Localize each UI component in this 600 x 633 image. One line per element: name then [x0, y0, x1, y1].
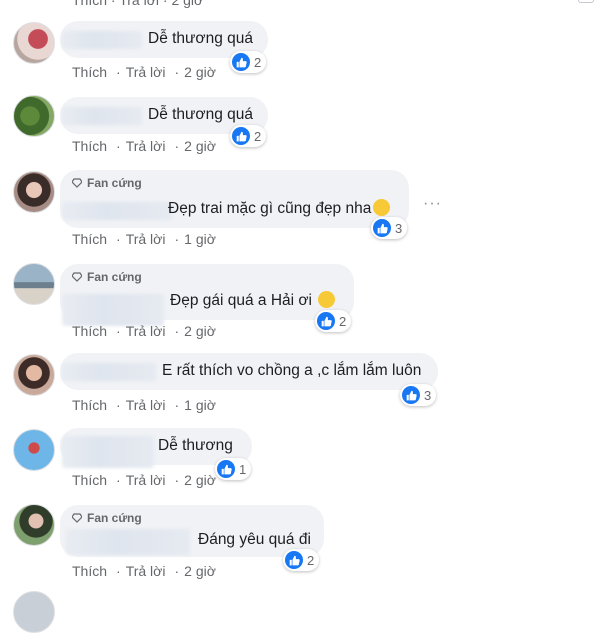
grin-emoji	[318, 291, 335, 308]
comment-text: Đẹp trai mặc gì cũng đẹp nha	[168, 199, 391, 218]
like-thumb-icon	[232, 53, 250, 71]
redacted-username[interactable]	[62, 436, 154, 468]
redacted-username[interactable]	[62, 294, 164, 326]
comment-actions: Thích · Trả lời · 2 giờ	[72, 138, 216, 154]
comment-text: Dễ thương	[158, 437, 233, 454]
comment-actions: Thích · Trả lời · 2 giờ	[72, 563, 216, 579]
like-link[interactable]: Thích	[72, 0, 107, 8]
timestamp: 1 giờ	[184, 231, 216, 247]
redacted-username[interactable]	[66, 529, 190, 555]
comment-text: Dễ thương quá	[148, 30, 253, 47]
reaction-count: 3	[395, 220, 403, 236]
like-link[interactable]: Thích	[72, 397, 107, 413]
top-fan-badge: Fan cứng	[72, 511, 142, 525]
top-fan-badge: Fan cứng	[72, 176, 142, 190]
reply-link[interactable]: Trả lời	[126, 138, 166, 154]
reaction-summary[interactable]: 3	[371, 217, 408, 239]
scrollbar-thumb[interactable]	[578, 0, 594, 3]
avatar[interactable]	[13, 429, 55, 471]
avatar[interactable]	[13, 504, 55, 546]
timestamp: 2 giờ	[171, 0, 204, 8]
reaction-summary[interactable]: 2	[230, 125, 267, 147]
like-thumb-icon	[285, 551, 303, 569]
like-link[interactable]: Thích	[72, 472, 107, 488]
diamond-icon	[72, 272, 82, 282]
comment-actions: Thích · Trả lời · 2 giờ	[72, 64, 216, 80]
comment-bubble: Fan cứng Đẹp gái quá a Hải ơi	[60, 264, 354, 326]
comment-bubble: E rất thích vo chồng a ,c lắm lắm luôn	[60, 353, 438, 390]
reaction-summary[interactable]: 2	[283, 549, 320, 571]
comment-bubble: Fan cứng Đáng yêu quá đi	[60, 505, 324, 557]
comment-actions: Thích · Trả lời · 1 giờ	[72, 397, 216, 413]
avatar[interactable]	[13, 95, 55, 137]
diamond-icon	[72, 513, 82, 523]
timestamp: 2 giờ	[184, 64, 216, 80]
like-link[interactable]: Thích	[72, 231, 107, 247]
comment-actions: Thích · Trả lời · 2 giờ	[72, 323, 216, 339]
reply-link[interactable]: Trả lời	[126, 323, 166, 339]
comment-text: E rất thích vo chồng a ,c lắm lắm luôn	[162, 362, 422, 379]
reaction-count: 3	[424, 387, 432, 403]
comment-text: Đáng yêu quá đi	[198, 531, 311, 548]
comment-actions: Thích · Trả lời · 1 giờ	[72, 231, 216, 247]
reaction-count: 2	[254, 54, 262, 70]
like-thumb-icon	[373, 219, 391, 237]
reaction-summary[interactable]: 2	[315, 310, 352, 332]
reply-link[interactable]: Trả lời	[126, 231, 166, 247]
redacted-username[interactable]	[62, 202, 172, 220]
like-thumb-icon	[402, 386, 420, 404]
diamond-icon	[72, 178, 82, 188]
reply-link[interactable]: Trả lời	[126, 472, 166, 488]
comment-actions: Thích · Trả lời · 2 giờ	[72, 472, 216, 488]
reaction-count: 2	[339, 313, 347, 329]
comment-text: Dễ thương quá	[148, 106, 253, 123]
like-link[interactable]: Thích	[72, 563, 107, 579]
reply-link[interactable]: Trả lời	[119, 0, 159, 8]
avatar[interactable]	[13, 354, 55, 396]
like-thumb-icon	[317, 312, 335, 330]
reaction-count: 2	[307, 552, 315, 568]
reaction-summary[interactable]: 3	[400, 384, 437, 406]
timestamp: 2 giờ	[184, 323, 216, 339]
reaction-summary[interactable]: 2	[230, 51, 267, 73]
avatar[interactable]	[13, 591, 55, 633]
reply-link[interactable]: Trả lời	[126, 397, 166, 413]
timestamp: 1 giờ	[184, 397, 216, 413]
smiley-emoji	[373, 199, 391, 216]
redacted-username[interactable]	[62, 31, 142, 49]
reply-link[interactable]: Trả lời	[126, 64, 166, 80]
like-link[interactable]: Thích	[72, 323, 107, 339]
more-options-icon[interactable]: ···	[423, 195, 442, 213]
comment-text: Đẹp gái quá a Hải ơi	[170, 291, 335, 310]
like-link[interactable]: Thích	[72, 64, 107, 80]
top-fan-badge: Fan cứng	[72, 270, 142, 284]
timestamp: 2 giờ	[184, 472, 216, 488]
redacted-username[interactable]	[62, 363, 156, 381]
reaction-count: 1	[239, 461, 247, 477]
timestamp: 2 giờ	[184, 138, 216, 154]
timestamp: 2 giờ	[184, 563, 216, 579]
redacted-username[interactable]	[62, 107, 142, 125]
avatar[interactable]	[13, 263, 55, 305]
like-thumb-icon	[232, 127, 250, 145]
avatar[interactable]	[13, 171, 55, 213]
comment-bubble: Fan cứng Đẹp trai mặc gì cũng đẹp nha	[60, 170, 409, 228]
like-link[interactable]: Thích	[72, 138, 107, 154]
reaction-count: 2	[254, 128, 262, 144]
avatar[interactable]	[13, 22, 55, 64]
reply-link[interactable]: Trả lời	[126, 563, 166, 579]
